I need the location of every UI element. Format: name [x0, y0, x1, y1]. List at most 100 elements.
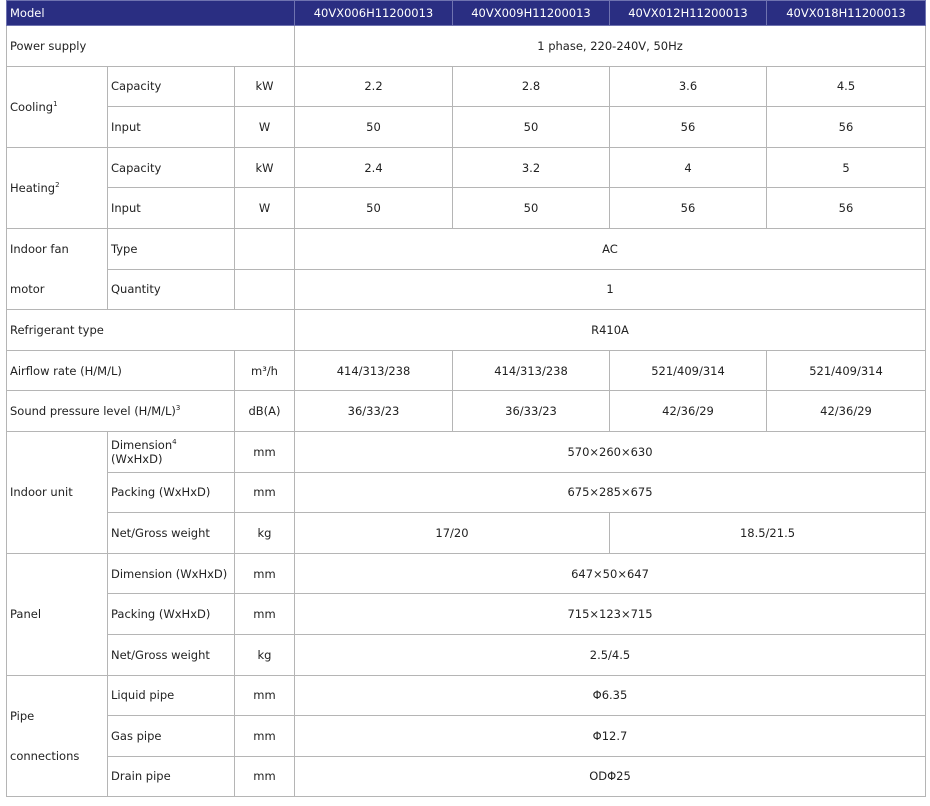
pipe-drain-row: Drain pipe mm ODΦ25	[7, 755, 926, 798]
model-header-2: 40VX009H11200013	[452, 0, 610, 26]
cooling-input-row: Input W 50 50 56 56	[7, 106, 926, 148]
heating-footnote: 2	[55, 181, 60, 190]
indoor-unit-label: Indoor unit	[6, 430, 108, 554]
heating-input-4: 56	[766, 187, 926, 229]
model-label: Model	[6, 0, 295, 26]
pipe-liquid-row: Pipe connections Liquid pipe mm Φ6.35	[6, 674, 926, 798]
pipe-liquid-value: Φ6.35	[294, 674, 926, 717]
sound-1: 36/33/23	[294, 390, 453, 432]
heating-capacity-1: 2.4	[294, 146, 453, 189]
airflow-4: 521/409/314	[766, 349, 926, 392]
indoor-fan-motor-label: Indoor fan motor	[6, 227, 108, 311]
sound-4: 42/36/29	[766, 390, 926, 432]
indoor-dimension-unit: mm	[234, 430, 295, 473]
airflow-1: 414/313/238	[294, 349, 453, 392]
power-supply-row: Power supply 1 phase, 220-240V, 50Hz	[6, 25, 926, 67]
heating-input-label: Input	[107, 187, 235, 229]
pipe-gas-value: Φ12.7	[294, 715, 926, 757]
fan-type-row: Indoor fan motor Type AC	[6, 227, 926, 311]
heating-capacity-unit: kW	[234, 146, 295, 189]
panel-weight-unit: kg	[234, 633, 295, 676]
model-header-1: 40VX006H11200013	[294, 0, 453, 26]
heating-capacity-4: 5	[766, 146, 926, 189]
cooling-input-2: 50	[452, 106, 610, 148]
sound-2: 36/33/23	[452, 390, 610, 432]
sound-3: 42/36/29	[609, 390, 767, 432]
airflow-3: 521/409/314	[609, 349, 767, 392]
heating-label: Heating2	[6, 146, 108, 229]
heating-input-1: 50	[294, 187, 453, 229]
airflow-label: Airflow rate (H/M/L)	[6, 349, 235, 392]
indoor-weight-unit: kg	[234, 512, 295, 554]
panel-packing-row: Packing (WxHxD) mm 715×123×715	[7, 593, 926, 635]
fan-quantity-row: Quantity 1	[7, 268, 926, 311]
panel-packing-label: Packing (WxHxD)	[107, 593, 235, 635]
panel-dimension-label: Dimension (WxHxD)	[107, 552, 235, 595]
heating-capacity-row: Heating2 Capacity kW 2.4 3.2 4 5	[6, 146, 926, 229]
cooling-capacity-3: 3.6	[609, 65, 767, 108]
panel-label: Panel	[6, 552, 108, 676]
heating-input-unit: W	[234, 187, 295, 229]
cooling-input-unit: W	[234, 106, 295, 148]
sound-unit: dB(A)	[234, 390, 295, 432]
cooling-label: Cooling1	[6, 65, 108, 148]
cooling-capacity-1: 2.2	[294, 65, 453, 108]
panel-packing-value: 715×123×715	[294, 593, 926, 635]
indoor-dimension-value: 570×260×630	[294, 430, 926, 473]
indoor-packing-label: Packing (WxHxD)	[107, 471, 235, 514]
pipe-gas-row: Gas pipe mm Φ12.7	[7, 715, 926, 757]
cooling-footnote: 1	[53, 99, 58, 108]
indoor-dimension-label: Dimension4 (WxHxD)	[107, 430, 235, 473]
sound-row: Sound pressure level (H/M/L)3 dB(A) 36/3…	[6, 390, 926, 432]
dimension-footnote: 4	[172, 437, 177, 446]
panel-weight-value: 2.5/4.5	[294, 633, 926, 676]
pipe-connections-label: Pipe connections	[6, 674, 108, 798]
cooling-capacity-label: Capacity	[107, 65, 235, 108]
panel-weight-row: Net/Gross weight kg 2.5/4.5	[7, 633, 926, 676]
indoor-packing-unit: mm	[234, 471, 295, 514]
power-supply-label: Power supply	[6, 25, 295, 67]
cooling-capacity-4: 4.5	[766, 65, 926, 108]
model-header-3: 40VX012H11200013	[609, 0, 767, 26]
panel-dimension-unit: mm	[234, 552, 295, 595]
heating-capacity-2: 3.2	[452, 146, 610, 189]
cooling-capacity-row: Cooling1 Capacity kW 2.2 2.8 3.6 4.5	[6, 65, 926, 148]
indoor-packing-value: 675×285×675	[294, 471, 926, 514]
cooling-input-label: Input	[107, 106, 235, 148]
fan-type-value: AC	[294, 227, 926, 270]
heating-input-2: 50	[452, 187, 610, 229]
panel-dimension-row: Panel Dimension (WxHxD) mm 647×50×647	[6, 552, 926, 676]
fan-type-label: Type	[107, 227, 235, 270]
power-supply-value: 1 phase, 220-240V, 50Hz	[294, 25, 926, 67]
cooling-capacity-unit: kW	[234, 65, 295, 108]
fan-quantity-value: 1	[294, 268, 926, 311]
fan-quantity-label: Quantity	[107, 268, 235, 311]
indoor-weight-1: 17/20	[294, 512, 610, 554]
pipe-liquid-label: Liquid pipe	[107, 674, 235, 717]
pipe-gas-label: Gas pipe	[107, 715, 235, 757]
model-header-4: 40VX018H11200013	[766, 0, 926, 26]
pipe-gas-unit: mm	[234, 715, 295, 757]
indoor-weight-2: 18.5/21.5	[609, 512, 926, 554]
cooling-input-4: 56	[766, 106, 926, 148]
pipe-drain-label: Drain pipe	[107, 755, 235, 798]
cooling-input-1: 50	[294, 106, 453, 148]
airflow-unit: m³/h	[234, 349, 295, 392]
heating-input-3: 56	[609, 187, 767, 229]
heating-input-row: Input W 50 50 56 56	[7, 187, 926, 229]
header-row: Model 40VX006H11200013 40VX009H11200013 …	[6, 0, 926, 26]
panel-packing-unit: mm	[234, 593, 295, 635]
airflow-row: Airflow rate (H/M/L) m³/h 414/313/238 41…	[6, 349, 926, 392]
heating-capacity-3: 4	[609, 146, 767, 189]
indoor-weight-row: Net/Gross weight kg 17/20 18.5/21.5	[7, 512, 926, 554]
pipe-drain-value: ODΦ25	[294, 755, 926, 798]
refrigerant-value: R410A	[294, 309, 926, 351]
spec-table: Model 40VX006H11200013 40VX009H11200013 …	[6, 0, 926, 798]
pipe-liquid-unit: mm	[234, 674, 295, 717]
indoor-weight-label: Net/Gross weight	[107, 512, 235, 554]
panel-weight-label: Net/Gross weight	[107, 633, 235, 676]
indoor-packing-row: Packing (WxHxD) mm 675×285×675	[7, 471, 926, 514]
refrigerant-row: Refrigerant type R410A	[6, 309, 926, 351]
spec-table-container: Model 40VX006H11200013 40VX009H11200013 …	[6, 0, 926, 798]
refrigerant-label: Refrigerant type	[6, 309, 295, 351]
